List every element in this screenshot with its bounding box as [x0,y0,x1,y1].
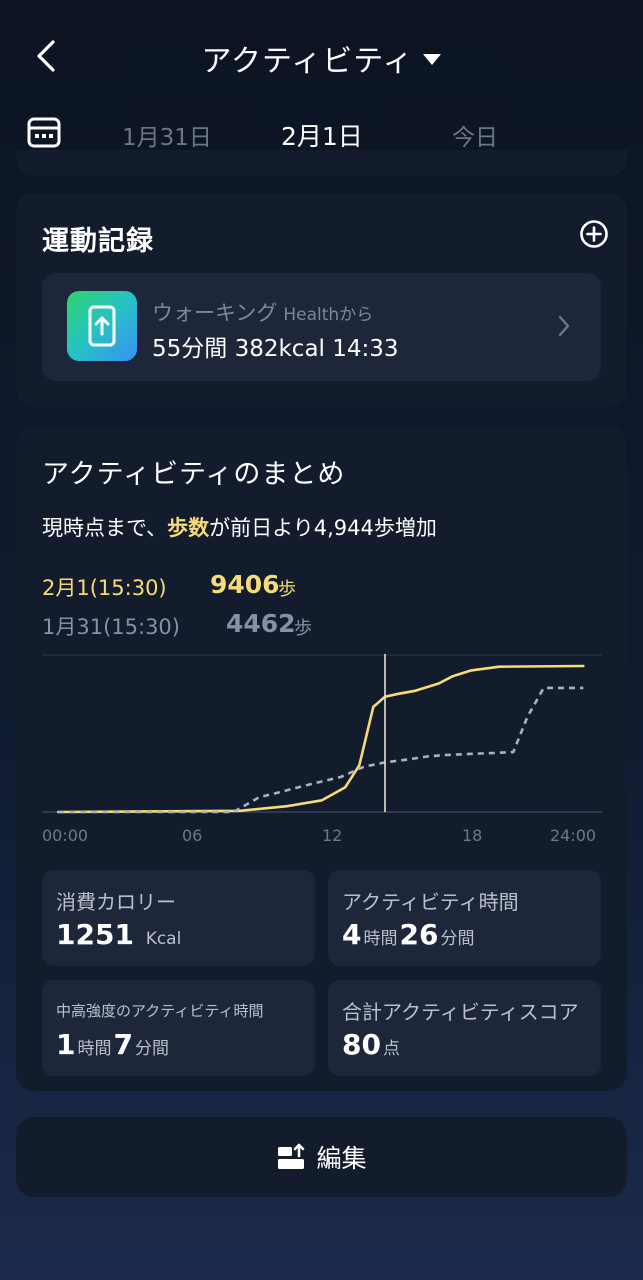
activity-time-value: 4 時間26 分間 [342,918,476,951]
score-unit: 点 [382,1039,400,1059]
add-record-button[interactable] [579,219,609,249]
x-tick-4: 24:00 [550,826,597,845]
x-tick-0: 00:00 [42,826,89,845]
mvpa-time-value: 1 時間7 分間 [56,1028,171,1061]
activity-score-label: 合計アクティビティスコア [342,1000,579,1024]
series-line-today [56,664,585,814]
caret-down-icon [423,54,442,65]
legend-yesterday-unit: 歩 [294,618,312,639]
record-details: 55分間 382kcal 14:33 [152,336,399,362]
calories-stat[interactable]: 消費カロリー 1251 Kcal [42,870,315,966]
mvpa-minutes: 7 [113,1028,133,1061]
desc-highlight: 歩数 [167,516,210,540]
edit-label: 編集 [316,1144,367,1173]
activity-score-value: 80 点 [342,1028,402,1061]
plus-circle-icon [580,220,608,248]
activity-minutes-unit: 分間 [440,929,475,949]
record-name: ウォーキング Healthから [152,297,373,327]
legend-today-value: 9406 [210,570,280,599]
mvpa-time-label: 中高強度のアクティビティ時間 [56,1002,264,1020]
walking-record-item[interactable]: ウォーキング Healthから 55分間 382kcal 14:33 [42,273,601,381]
x-tick-2: 12 [322,826,343,845]
current-date-label: 2月1日 [281,122,363,151]
desc-suffix: が前日より4,944歩増加 [209,516,437,540]
activity-time-stat[interactable]: アクティビティ時間 4 時間26 分間 [328,870,601,966]
x-tick-1: 06 [182,826,203,845]
legend-yesterday: 1月31(15:30) 4462 歩 [42,609,312,641]
previous-card-edge [16,150,627,176]
record-title: 運動記録 [42,226,154,257]
calories-unit: Kcal [145,929,182,949]
phone-upload-icon [88,305,116,347]
edit-button[interactable]: 編集 [16,1117,627,1197]
exercise-record-card: 運動記録 ウォーキング Healthから 55分間 382kcal 14:33 [16,193,627,407]
chevron-right-icon [558,315,570,337]
header: アクティビティ [0,0,643,110]
steps-chart[interactable] [42,654,602,844]
page-title-dropdown[interactable]: アクティビティ [0,36,643,80]
activity-hours-unit: 時間 [363,929,398,949]
summary-title: アクティビティのまとめ [42,459,346,490]
edit-layout-icon [278,1143,305,1169]
mvpa-minutes-unit: 分間 [134,1039,169,1059]
activity-hours: 4 [342,918,362,951]
calendar-button[interactable] [26,114,64,152]
tab-current-date[interactable]: 2月1日 [281,117,363,167]
x-tick-3: 18 [462,826,483,845]
legend-today: 2月1(15:30) 9406 歩 [42,570,296,602]
score-number: 80 [342,1028,381,1061]
calories-label: 消費カロリー [56,890,176,914]
page-title: アクティビティ [201,44,414,79]
walking-app-icon [67,291,137,361]
calories-value: 1251 Kcal [56,918,183,951]
activity-summary-card: アクティビティのまとめ 現時点まで、歩数が前日より4,944歩増加 2月1(15… [16,426,627,1091]
legend-yesterday-label: 1月31(15:30) [42,615,180,639]
desc-prefix: 現時点まで、 [42,516,168,540]
calories-number: 1251 [56,918,134,951]
mvpa-hours: 1 [56,1028,76,1061]
tab-today[interactable]: 今日 [452,118,498,152]
legend-today-label: 2月1(15:30) [42,576,167,600]
calendar-icon [27,117,61,148]
activity-time-label: アクティビティ時間 [342,890,519,914]
legend-yesterday-value: 4462 [226,609,296,638]
activity-score-stat[interactable]: 合計アクティビティスコア 80 点 [328,980,601,1076]
legend-today-unit: 歩 [278,579,296,600]
record-source: Healthから [283,305,374,325]
mvpa-hours-unit: 時間 [77,1039,112,1059]
mvpa-time-stat[interactable]: 中高強度のアクティビティ時間 1 時間7 分間 [42,980,315,1076]
series-line-yesterday [58,686,584,814]
tab-prev-date[interactable]: 1月31日 [122,118,212,152]
summary-description: 現時点まで、歩数が前日より4,944歩増加 [42,512,437,542]
activity-name: ウォーキング [152,301,278,325]
activity-minutes: 26 [399,918,439,951]
